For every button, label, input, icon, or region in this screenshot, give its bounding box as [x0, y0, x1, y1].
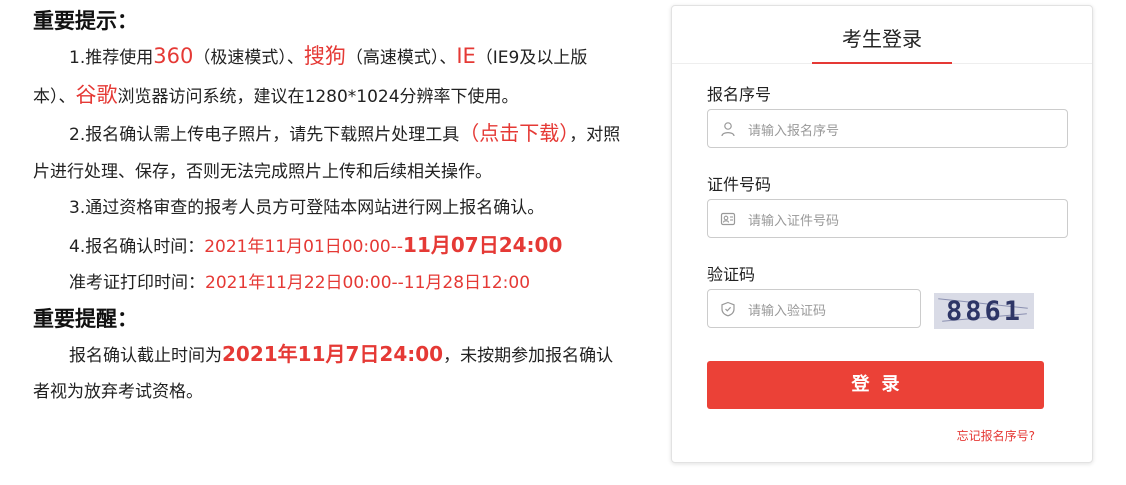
login-card-header: 考生登录	[672, 6, 1092, 64]
browser-ie: IE	[456, 44, 476, 68]
captcha-label: 验证码	[707, 265, 756, 284]
browser-sogou: 搜狗	[303, 44, 346, 68]
login-button[interactable]: 登录	[707, 361, 1044, 409]
notice-heading-reminder: 重要提醒：	[33, 306, 138, 331]
confirm-time-label: 4.报名确认时间：	[69, 236, 205, 257]
browser-360: 360	[153, 44, 194, 68]
notice-item-deadline: 报名确认截止时间为2021年11月7日24:00，未按期参加报名确认者视为放弃考…	[33, 336, 623, 411]
captcha-image[interactable]: 8861	[934, 293, 1034, 329]
captcha-input[interactable]: 请输入验证码	[707, 289, 921, 328]
browser-chrome: 谷歌	[75, 82, 118, 107]
reg-number-placeholder: 请输入报名序号	[748, 124, 840, 139]
reg-number-label: 报名序号	[707, 85, 772, 104]
photo-text-1: 2.报名确认需上传电子照片，请先下载照片处理工具	[69, 125, 460, 145]
id-number-placeholder: 请输入证件号码	[748, 214, 840, 229]
reg-number-input[interactable]: 请输入报名序号	[707, 109, 1068, 148]
confirm-time-end: 11月07日24:00	[403, 232, 563, 257]
notice-heading-important: 重要提示：	[33, 9, 138, 33]
captcha-code: 8861	[946, 296, 1024, 327]
id-card-icon	[720, 212, 736, 226]
confirm-time-start: 2021年11月01日00:00--	[204, 236, 404, 257]
login-card: 考生登录 报名序号 请输入报名序号 证件号码 请输入证件号码 验证码 请输入验证…	[671, 5, 1093, 463]
notice-panel: 重要提示： 1.推荐使用360（极速模式）、搜狗（高速模式）、IE（IE9及以上…	[33, 4, 623, 411]
notice-item-browser: 1.推荐使用360（极速模式）、搜狗（高速模式）、IE（IE9及以上版本）、谷歌…	[33, 38, 623, 115]
captcha-placeholder: 请输入验证码	[748, 304, 827, 319]
print-time-range: 2021年11月22日00:00--11月28日12:00	[205, 273, 531, 293]
notice-item-photo: 2.报名确认需上传电子照片，请先下载照片处理工具（点击下载），对照片进行处理、保…	[33, 115, 623, 190]
shield-icon	[721, 301, 735, 317]
id-number-label: 证件号码	[707, 175, 772, 194]
notice-item-qualification: 3.通过资格审查的报考人员方可登陆本网站进行网上报名确认。	[69, 198, 545, 218]
id-number-input[interactable]: 请输入证件号码	[707, 199, 1068, 238]
login-title: 考生登录	[842, 27, 922, 51]
notice-item-print-time: 准考证打印时间：2021年11月22日00:00--11月28日12:00	[33, 265, 623, 302]
deadline-text-1: 报名确认截止时间为	[69, 345, 222, 366]
browser-text-5: 浏览器访问系统，建议在1280*1024分辨率下使用。	[117, 86, 519, 107]
forgot-reg-number-link[interactable]: 忘记报名序号?	[957, 427, 1035, 444]
browser-text-2: （极速模式）、	[193, 48, 304, 68]
user-icon	[721, 122, 735, 137]
login-title-underline	[812, 62, 952, 64]
deadline-date: 2021年11月7日24:00	[222, 341, 444, 366]
print-time-label: 准考证打印时间：	[69, 273, 205, 293]
download-tool-link[interactable]: （点击下载）	[459, 121, 569, 145]
browser-text-3: （高速模式）、	[345, 48, 457, 68]
browser-text-1: 1.推荐使用	[69, 48, 154, 68]
notice-item-confirm-time: 4.报名确认时间：2021年11月01日00:00--11月07日24:00	[33, 227, 623, 266]
